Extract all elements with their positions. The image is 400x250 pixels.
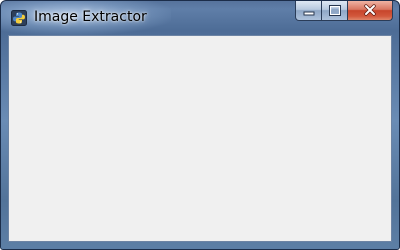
title-bar[interactable]: Image Extractor [1, 1, 399, 35]
close-button[interactable] [348, 1, 393, 21]
window-title: Image Extractor [34, 9, 147, 25]
application-window: Image Extractor [0, 0, 400, 250]
close-icon [363, 1, 377, 20]
maximize-button[interactable] [322, 1, 348, 21]
client-area [8, 35, 392, 242]
maximize-icon [328, 1, 341, 20]
minimize-button[interactable] [295, 1, 322, 21]
window-controls [295, 1, 393, 22]
minimize-icon [303, 1, 315, 20]
python-icon[interactable] [11, 10, 27, 26]
